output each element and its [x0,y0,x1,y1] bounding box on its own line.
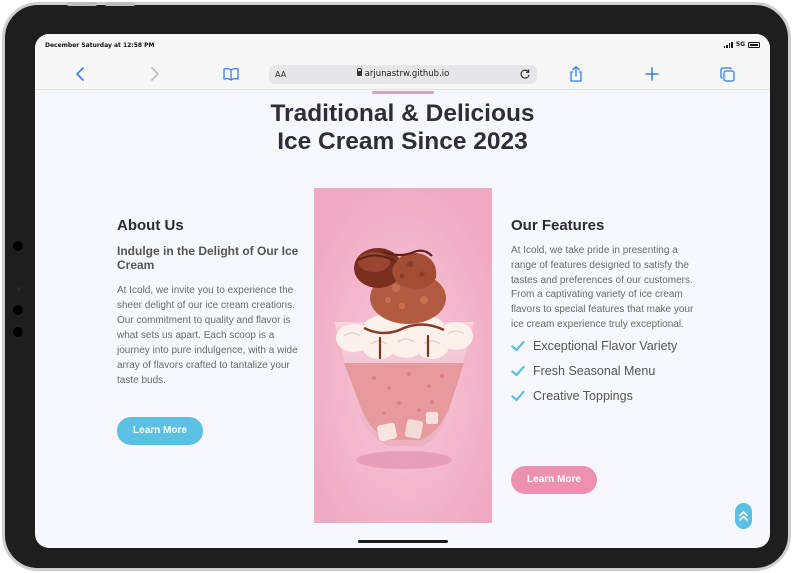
features-heading: Our Features [511,217,605,234]
screen: December Saturday at 12:58 PM 5G AA arju… [35,34,770,548]
feature-item: Creative Toppings [511,389,701,403]
page-title: Traditional & Delicious Ice Cream Since … [35,100,770,156]
features-section: Our Features At Icold, we take pride in … [511,217,701,414]
battery-icon [748,41,760,48]
lock-icon [356,68,363,76]
status-indicators: 5G [723,41,760,48]
chevron-left-icon[interactable] [71,65,89,83]
about-section: About Us Indulge in the Delight of Our I… [117,217,299,388]
camera-dot [13,327,23,337]
features-learn-more-button[interactable]: Learn More [511,466,597,494]
page-content: Traditional & Delicious Ice Cream Since … [35,91,770,548]
status-bar: December Saturday at 12:58 PM 5G [35,34,770,58]
about-subheading: Indulge in the Delight of Our Ice Cream [117,244,299,272]
feature-item: Fresh Seasonal Menu [511,364,701,378]
double-chevron-up-icon [739,511,748,521]
about-heading: About Us [117,217,184,234]
volume-button [67,2,97,6]
address-bar[interactable]: AA arjunastrw.github.io [269,65,537,84]
sensor-dot [17,287,21,291]
about-learn-more-button[interactable]: Learn More [117,417,203,445]
check-icon [511,365,525,376]
check-icon [511,340,525,351]
share-icon[interactable] [567,65,585,83]
ice-cream-image [314,188,492,523]
chevron-right-icon[interactable] [146,65,164,83]
browser-toolbar: AA arjunastrw.github.io [35,58,770,90]
camera-dot [13,241,23,251]
network-label: 5G [735,41,745,48]
page-title-line-1: Traditional & Delicious [270,100,535,127]
reload-icon[interactable] [519,68,531,80]
scroll-to-top-button[interactable] [735,503,752,529]
camera-dot [13,305,23,315]
features-list: Exceptional Flavor Variety Fresh Seasona… [511,339,701,403]
about-body: At Icold, we invite you to experience th… [117,285,298,386]
home-indicator[interactable] [358,540,448,543]
plus-icon[interactable] [643,65,661,83]
check-icon [511,390,525,401]
book-icon[interactable] [222,65,240,83]
signal-icon [723,41,733,48]
title-accent-bar [372,91,434,94]
feature-label: Fresh Seasonal Menu [533,363,656,378]
url-text: arjunastrw.github.io [364,69,450,79]
status-time: December Saturday at 12:58 PM [45,42,155,49]
tabs-icon[interactable] [718,65,736,83]
feature-label: Creative Toppings [533,388,633,403]
feature-label: Exceptional Flavor Variety [533,338,678,353]
url-display[interactable]: arjunastrw.github.io [269,68,537,79]
feature-item: Exceptional Flavor Variety [511,339,701,353]
page-title-line-2: Ice Cream Since 2023 [277,128,528,155]
power-button [105,2,135,6]
features-body: At Icold, we take pride in presenting a … [511,245,694,330]
tablet-frame: December Saturday at 12:58 PM 5G AA arju… [2,2,791,571]
